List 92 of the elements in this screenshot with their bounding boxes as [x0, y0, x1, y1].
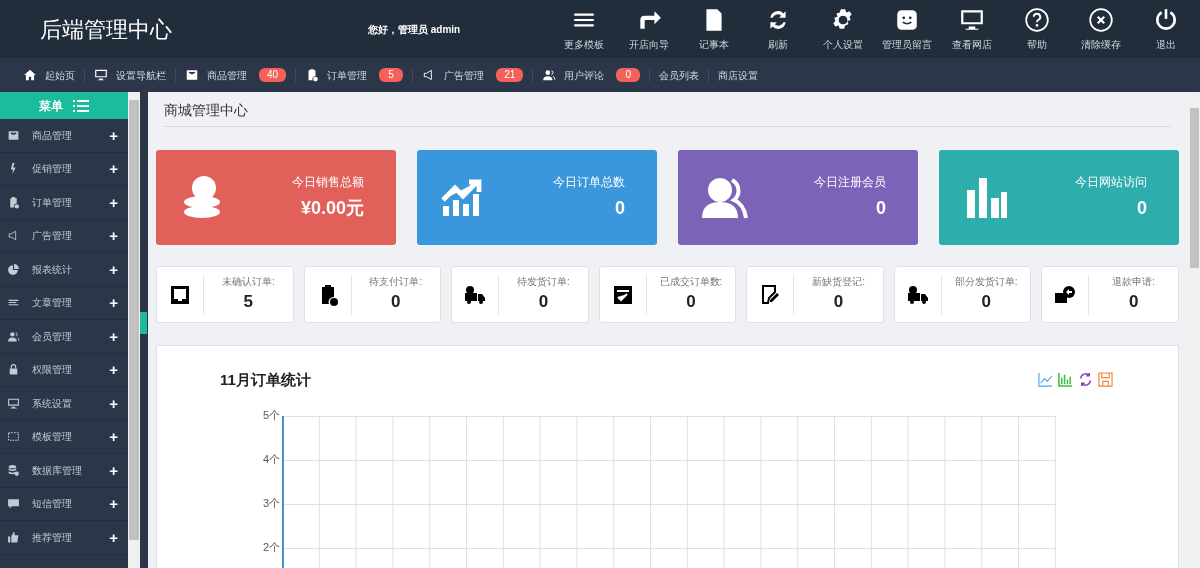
bag-icon — [185, 68, 199, 82]
toolbar-button[interactable]: 个人设置 — [810, 0, 876, 58]
close-icon — [1088, 6, 1115, 33]
lock-icon — [7, 363, 20, 377]
nav-link[interactable]: 起始页 — [23, 67, 75, 83]
count-badge: 40 — [259, 68, 287, 82]
page-title: 商城管理中心 — [164, 100, 1171, 127]
order-stat-value: 0 — [981, 291, 991, 314]
stat-label: 今日网站访问 — [1075, 174, 1147, 191]
save-icon[interactable] — [1098, 372, 1113, 387]
order-stat-label: 已成交订单数: — [659, 275, 723, 290]
app-title: 后端管理中心 — [40, 15, 173, 44]
database-icon — [7, 463, 20, 477]
order-stat-label: 未确认订单: — [221, 275, 275, 290]
stat-value: 0 — [615, 197, 625, 220]
thumbs-up-icon — [7, 530, 20, 544]
toolbar-button[interactable]: 清除缓存 — [1068, 0, 1134, 58]
chat-icon — [7, 497, 20, 511]
scrollbar-thumb[interactable] — [129, 100, 139, 540]
order-stat-label: 部分发货订单: — [954, 275, 1018, 290]
expand-icon: + — [109, 194, 118, 210]
expand-icon: + — [109, 496, 118, 512]
expand-icon: + — [109, 161, 118, 177]
menu-title: 菜单 — [39, 97, 63, 115]
toolbar-button[interactable]: 帮助 — [1004, 0, 1069, 58]
y-axis-label: 5个 — [262, 410, 280, 421]
stat-label: 今日订单总数 — [553, 174, 625, 191]
scrollbar-thumb[interactable] — [1189, 108, 1199, 268]
expand-icon: + — [109, 362, 118, 378]
monitor-icon — [94, 68, 108, 82]
order-stat-value: 0 — [833, 291, 844, 314]
page-scrollbar[interactable] — [1188, 92, 1200, 568]
nav-link[interactable]: 商店设置 — [718, 67, 759, 83]
toolbar-button[interactable]: 退出 — [1133, 0, 1198, 58]
expand-icon: + — [109, 295, 118, 311]
order-stat-value: 0 — [686, 291, 696, 314]
collapse-handle[interactable] — [140, 312, 147, 334]
users-icon — [7, 329, 20, 343]
greeting-text: 您好，管理员 admin — [368, 22, 461, 37]
count-badge: 0 — [616, 68, 641, 82]
users-icon — [542, 68, 557, 82]
order-stat-value: 0 — [538, 291, 549, 314]
toolbar-button[interactable]: 更多模板 — [552, 0, 617, 58]
y-axis-label: 3个 — [262, 498, 280, 509]
y-axis-label: 2个 — [262, 542, 280, 553]
count-badge: 5 — [379, 68, 404, 82]
line-chart-icon[interactable] — [1038, 372, 1053, 387]
expand-icon: + — [109, 261, 118, 277]
toolbar-button[interactable]: 刷新 — [745, 0, 811, 58]
help-icon — [1023, 6, 1050, 33]
order-stat-label: 待发货订单: — [517, 275, 570, 290]
expand-icon: + — [109, 529, 118, 545]
stat-value: ¥0.00元 — [300, 197, 364, 220]
order-stat-value: 5 — [243, 291, 253, 314]
nav-link[interactable]: 设置导航栏 — [94, 67, 166, 83]
nav-link[interactable]: 订单管理 5 — [305, 67, 404, 83]
dashed-frame-icon — [7, 430, 20, 444]
sidebar-scrollbar[interactable] — [128, 92, 140, 568]
order-stat-label: 待支付订单: — [369, 275, 423, 290]
order-stat-value: 0 — [391, 291, 401, 314]
toolbar-button[interactable]: 开店向导 — [616, 0, 682, 58]
refresh-icon[interactable] — [1078, 372, 1093, 387]
nav-link[interactable]: 广告管理 21 — [422, 67, 524, 83]
toolbar-button[interactable]: 记事本 — [681, 0, 746, 58]
nav-link[interactable]: 用户评论 0 — [542, 67, 641, 83]
home-icon — [23, 68, 37, 82]
expand-icon: + — [109, 395, 118, 411]
order-stat-label: 退款申请: — [1112, 275, 1156, 290]
clipboard-icon — [7, 195, 20, 209]
nav-link[interactable]: 商品管理 40 — [185, 67, 287, 83]
stat-label: 今日销售总额 — [292, 174, 364, 191]
order-stat-value: 0 — [1128, 291, 1139, 314]
stat-label: 今日注册会员 — [814, 174, 886, 191]
count-badge: 21 — [496, 68, 524, 82]
list-icon — [73, 99, 89, 112]
order-stat-label: 新缺货登记: — [812, 275, 865, 290]
bag-icon — [7, 128, 20, 142]
monitor-icon — [7, 396, 20, 410]
chart-title: 11月订单统计 — [220, 370, 311, 390]
expand-icon: + — [109, 127, 118, 143]
bar-chart-icon[interactable] — [1058, 372, 1073, 387]
expand-icon: + — [109, 328, 118, 344]
expand-icon: + — [109, 429, 118, 445]
expand-icon: + — [109, 462, 118, 478]
toolbar-button[interactable]: 管理员留言 — [875, 0, 940, 58]
toolbar-button[interactable]: 查看网店 — [939, 0, 1005, 58]
nav-link[interactable]: 会员列表 — [659, 67, 700, 83]
y-axis-label: 4个 — [262, 454, 280, 465]
stat-value: 0 — [1137, 197, 1147, 220]
expand-icon: + — [109, 228, 118, 244]
pie-chart-icon — [7, 262, 20, 276]
stat-value: 0 — [876, 197, 886, 220]
